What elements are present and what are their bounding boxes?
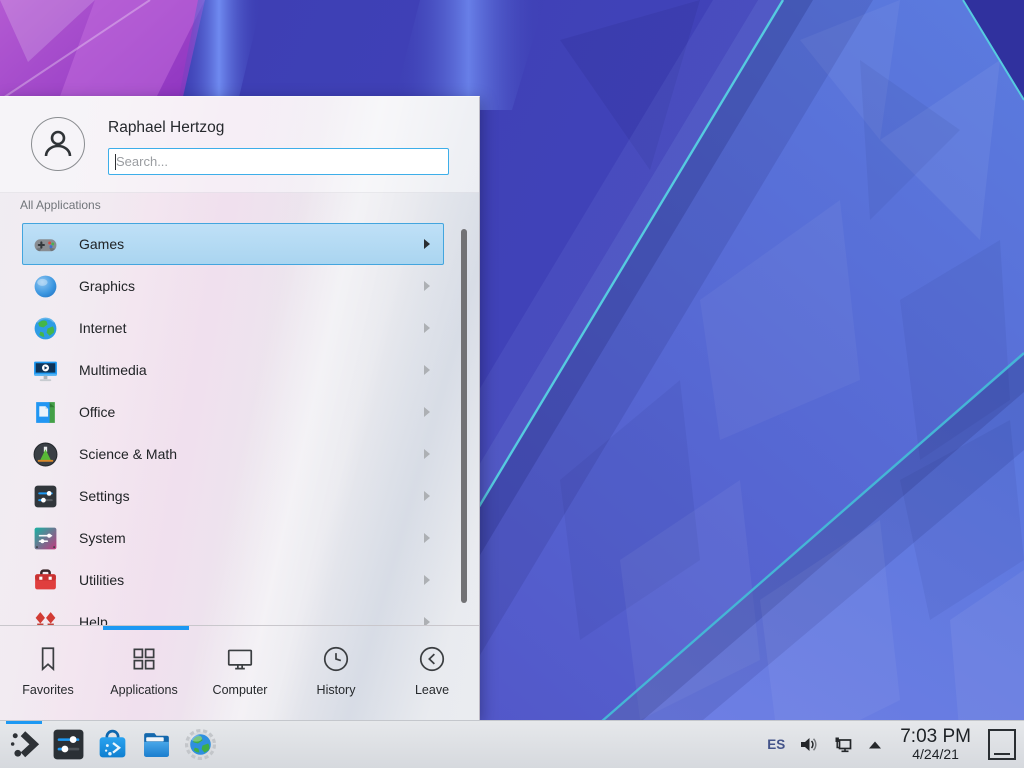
clock-time: 7:03 PM	[900, 727, 971, 747]
text-caret	[115, 154, 116, 170]
volume-icon	[798, 734, 819, 755]
category-label: Internet	[79, 320, 126, 336]
category-row-multimedia[interactable]: Multimedia	[22, 349, 444, 391]
gamepad-icon	[32, 231, 59, 258]
search-box	[108, 148, 449, 175]
search-input[interactable]	[109, 149, 448, 174]
grid-icon	[129, 644, 159, 674]
system-sliders-icon	[32, 525, 59, 552]
submenu-arrow-icon	[424, 533, 430, 543]
keyboard-layout-indicator[interactable]: ES	[767, 737, 785, 752]
tab-label: History	[317, 683, 356, 697]
tab-computer[interactable]: Computer	[192, 630, 288, 720]
submenu-arrow-icon	[424, 323, 430, 333]
clock-icon	[321, 644, 351, 674]
web-browser-button[interactable]	[178, 721, 222, 768]
bookmark-icon	[33, 644, 63, 674]
launcher-tab-bar: Favorites Applications Computer	[0, 630, 480, 720]
tab-favorites[interactable]: Favorites	[0, 630, 96, 720]
sliders-icon	[32, 483, 59, 510]
category-label: Utilities	[79, 572, 124, 588]
tray-expander-button[interactable]	[867, 738, 883, 752]
category-row-internet[interactable]: Internet	[22, 307, 444, 349]
taskbar-launchers	[0, 721, 222, 768]
category-label: Settings	[79, 488, 130, 504]
volume-button[interactable]	[798, 734, 819, 755]
sphere-icon	[32, 273, 59, 300]
show-desktop-button[interactable]	[988, 729, 1016, 760]
system-tray: ES	[767, 721, 1024, 768]
help-icon	[32, 609, 59, 626]
category-label: System	[79, 530, 126, 546]
network-wired-icon	[832, 734, 854, 756]
system-settings-button[interactable]	[46, 721, 90, 768]
submenu-arrow-icon	[424, 239, 430, 249]
category-row-office[interactable]: Office	[22, 391, 444, 433]
tab-history[interactable]: History	[288, 630, 384, 720]
category-row-settings[interactable]: Settings	[22, 475, 444, 517]
category-row-games[interactable]: Games	[22, 223, 444, 265]
digital-clock[interactable]: 7:03 PM 4/24/21	[900, 727, 971, 762]
discover-button[interactable]	[90, 721, 134, 768]
file-manager-button[interactable]	[134, 721, 178, 768]
category-label: Office	[79, 404, 115, 420]
tab-label: Favorites	[22, 683, 73, 697]
tab-label: Applications	[110, 683, 177, 697]
section-label: All Applications	[20, 198, 101, 212]
user-icon	[38, 124, 78, 164]
category-label: Science & Math	[79, 446, 177, 462]
category-row-graphics[interactable]: Graphics	[22, 265, 444, 307]
leave-icon	[417, 644, 447, 674]
caret-up-icon	[867, 738, 883, 752]
folder-icon	[139, 727, 174, 762]
user-avatar[interactable]	[31, 117, 85, 171]
desktop: Raphael Hertzog All Applications Games	[0, 0, 1024, 768]
tabbar-separator	[0, 625, 480, 626]
tab-applications[interactable]: Applications	[96, 630, 192, 720]
document-icon	[32, 399, 59, 426]
toolbox-icon	[32, 567, 59, 594]
kde-launcher-icon	[7, 727, 42, 762]
monitor-play-icon	[32, 357, 59, 384]
network-button[interactable]	[832, 734, 854, 756]
application-launcher-button[interactable]	[2, 721, 46, 768]
active-task-indicator	[6, 721, 42, 724]
category-row-help[interactable]: Help	[22, 601, 444, 625]
submenu-arrow-icon	[424, 617, 430, 625]
submenu-arrow-icon	[424, 407, 430, 417]
category-row-science-math[interactable]: Science & Math	[22, 433, 444, 475]
category-label: Games	[79, 236, 124, 252]
category-row-system[interactable]: System	[22, 517, 444, 559]
category-label: Help	[79, 614, 108, 625]
application-launcher-menu: Raphael Hertzog All Applications Games	[0, 96, 480, 720]
user-name: Raphael Hertzog	[108, 119, 224, 137]
taskbar: ES	[0, 720, 1024, 768]
submenu-arrow-icon	[424, 281, 430, 291]
flask-icon	[32, 441, 59, 468]
tab-leave[interactable]: Leave	[384, 630, 480, 720]
category-list: Games Graphics	[22, 223, 444, 625]
submenu-arrow-icon	[424, 575, 430, 585]
submenu-arrow-icon	[424, 365, 430, 375]
clock-date: 4/24/21	[900, 747, 971, 762]
menu-scrollbar[interactable]	[461, 229, 467, 603]
category-label: Multimedia	[79, 362, 147, 378]
system-settings-icon	[51, 727, 86, 762]
tab-label: Leave	[415, 683, 449, 697]
tab-label: Computer	[213, 683, 268, 697]
computer-icon	[225, 644, 255, 674]
globe-icon	[32, 315, 59, 342]
globe-gear-icon	[183, 727, 218, 762]
category-row-utilities[interactable]: Utilities	[22, 559, 444, 601]
submenu-arrow-icon	[424, 449, 430, 459]
submenu-arrow-icon	[424, 491, 430, 501]
discover-bag-icon	[95, 727, 130, 762]
category-label: Graphics	[79, 278, 135, 294]
